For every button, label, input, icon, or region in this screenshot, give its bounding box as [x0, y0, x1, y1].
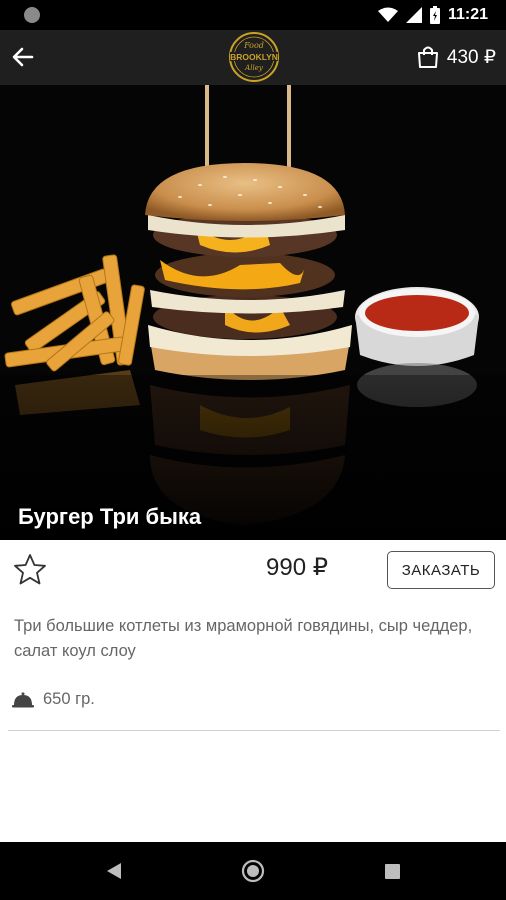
wifi-icon: [377, 7, 398, 22]
svg-text:Alley: Alley: [244, 64, 264, 72]
star-outline-icon[interactable]: [12, 552, 48, 588]
nav-home-icon[interactable]: [241, 859, 265, 883]
cart-total: 430 ₽: [446, 46, 496, 68]
product-weight: 650 гр.: [12, 690, 95, 709]
status-time: 11:21: [447, 6, 488, 23]
cart-button[interactable]: 430 ₽: [417, 42, 496, 72]
app-bar: Food BROOKLYN Alley 430 ₽: [0, 30, 506, 85]
svg-text:Food: Food: [243, 41, 264, 50]
system-nav-bar: [0, 842, 506, 900]
status-icons: 11:21: [377, 4, 488, 26]
shopping-bag-icon: [417, 46, 438, 68]
svg-text:BROOKLYN: BROOKLYN: [230, 52, 278, 62]
notification-dot-icon: [24, 7, 40, 23]
status-bar: 11:21: [0, 0, 506, 30]
product-image: Бургер Три быка: [0, 85, 506, 540]
nav-recents-icon[interactable]: [385, 864, 400, 879]
cloche-icon: [12, 692, 34, 707]
weight-value: 650 гр.: [43, 690, 95, 708]
burger-illustration: [0, 85, 506, 540]
brand-logo[interactable]: Food BROOKLYN Alley: [226, 30, 282, 85]
product-title: Бургер Три быка: [18, 504, 202, 529]
battery-icon: [429, 6, 440, 24]
arrow-left-icon[interactable]: [10, 44, 36, 70]
signal-icon: [405, 7, 422, 23]
nav-back-icon[interactable]: [106, 862, 122, 880]
product-description: Три большие котлеты из мраморной говядин…: [14, 617, 473, 660]
order-button[interactable]: ЗАКАЗАТЬ: [387, 551, 495, 589]
divider: [8, 730, 500, 731]
product-price: 990 ₽: [266, 554, 328, 581]
